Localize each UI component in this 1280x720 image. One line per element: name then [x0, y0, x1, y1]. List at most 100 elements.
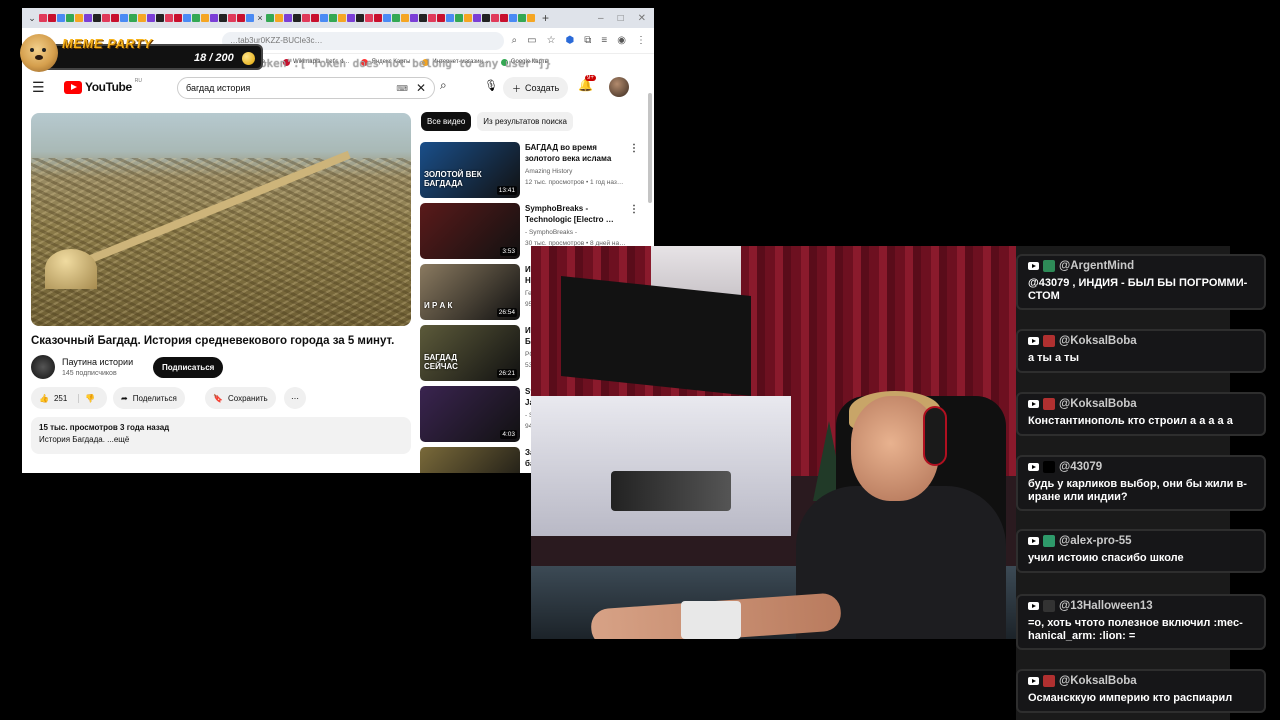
recommendation-thumbnail[interactable]: И Р А К 26:54 [420, 264, 520, 320]
search-icon[interactable]: ⌕ [440, 78, 447, 93]
filter-chip[interactable]: Из результатов поиска [477, 112, 573, 131]
tab-favicon[interactable] [410, 14, 418, 22]
tab-favicon[interactable] [237, 14, 245, 22]
tab-favicon[interactable] [39, 14, 47, 22]
more-vertical-icon[interactable]: ⋮ [629, 204, 639, 215]
recommendation-item[interactable]: ЗОЛОТОЙ ВЕК БАГДАДА 13:41 БАГДАД во время … [420, 142, 645, 203]
tab-favicon[interactable] [446, 14, 454, 22]
like-button[interactable]: 👍 251 👎 [31, 387, 107, 409]
tab-favicons-right[interactable] [266, 14, 535, 22]
more-actions-button[interactable]: ⋯ [284, 387, 306, 409]
tab-favicon[interactable] [192, 14, 200, 22]
video-player[interactable] [31, 113, 411, 326]
create-button[interactable]: ＋ Создать [503, 77, 569, 99]
clear-search-icon[interactable]: ✕ [416, 81, 426, 95]
youtube-logo[interactable]: YouTube RU [64, 78, 142, 94]
tab-favicon[interactable] [356, 14, 364, 22]
address-bar[interactable]: …tab3ur0KZZ-BUCle3c… [222, 31, 504, 50]
tab-favicon[interactable] [75, 14, 83, 22]
new-tab-button[interactable]: + [542, 11, 549, 25]
tab-favicon[interactable] [401, 14, 409, 22]
subscribe-button[interactable]: Подписаться [153, 357, 224, 378]
zoom-icon[interactable]: ⌕ [512, 35, 518, 46]
recommendation-title[interactable]: SymphoBreaks - Technologic [Electro … [525, 204, 625, 226]
tab-favicon[interactable] [246, 14, 254, 22]
tab-favicon[interactable] [228, 14, 236, 22]
account-avatar[interactable] [609, 77, 629, 97]
tab-favicon[interactable] [84, 14, 92, 22]
tab-favicon[interactable] [455, 14, 463, 22]
search-input[interactable]: багдад история ⌨ ✕ [177, 77, 435, 99]
tab-favicon[interactable] [219, 14, 227, 22]
star-icon[interactable]: ☆ [547, 35, 556, 46]
tab-favicon[interactable] [518, 14, 526, 22]
tab-favicon[interactable] [147, 14, 155, 22]
tab-favicon[interactable] [509, 14, 517, 22]
page-scrollbar[interactable] [648, 93, 652, 203]
close-window-icon[interactable]: ✕ [638, 13, 646, 24]
menu-dots-icon[interactable]: ⋮ [636, 35, 646, 46]
tab-favicon[interactable] [183, 14, 191, 22]
more-vertical-icon[interactable]: ⋮ [629, 143, 639, 154]
tab-favicons-left[interactable] [39, 14, 254, 22]
cast-icon[interactable]: ▭ [527, 35, 536, 46]
tab-favicon[interactable] [57, 14, 65, 22]
tab-favicon[interactable] [48, 14, 56, 22]
recommendation-channel[interactable]: - SymphoBreaks - [525, 229, 577, 236]
tab-favicon[interactable] [129, 14, 137, 22]
tab-favicon[interactable] [174, 14, 182, 22]
tab-favicon[interactable] [392, 14, 400, 22]
tab-favicon[interactable] [266, 14, 274, 22]
recommendation-thumbnail[interactable]: 3:53 [420, 203, 520, 259]
tab-favicon[interactable] [102, 14, 110, 22]
channel-avatar[interactable] [31, 355, 55, 379]
keyboard-icon[interactable]: ⌨ [396, 84, 408, 93]
tab-favicon[interactable] [138, 14, 146, 22]
tab-search-icon[interactable]: ⌄ [26, 13, 38, 24]
minimize-icon[interactable]: – [598, 13, 604, 24]
recommendation-channel[interactable]: Amazing History [525, 168, 572, 175]
recommendation-title[interactable]: БАГДАД во время золотого века ислама [525, 143, 625, 165]
filter-chip[interactable]: Все видео [421, 112, 472, 131]
tab-favicon[interactable] [329, 14, 337, 22]
tab-favicon[interactable] [201, 14, 209, 22]
tab-favicon[interactable] [111, 14, 119, 22]
recommendation-thumbnail[interactable]: ЗОЛОТОЙ ВЕК БАГДАДА 13:41 [420, 142, 520, 198]
tab-favicon[interactable] [428, 14, 436, 22]
shield-icon[interactable]: ⬢ [566, 35, 575, 46]
microphone-icon[interactable]: 🎙 [484, 79, 498, 92]
description-box[interactable]: 15 тыс. просмотров 3 года назад История … [31, 417, 411, 454]
tab-favicon[interactable] [311, 14, 319, 22]
tab-close-icon[interactable]: × [255, 13, 265, 23]
channel-name[interactable]: Паутина истории [62, 357, 133, 367]
share-button[interactable]: ➦ Поделиться [113, 387, 185, 409]
tab-favicon[interactable] [66, 14, 74, 22]
tab-favicon[interactable] [165, 14, 173, 22]
tab-favicon[interactable] [293, 14, 301, 22]
tab-favicon[interactable] [120, 14, 128, 22]
tab-favicon[interactable] [374, 14, 382, 22]
tab-favicon[interactable] [437, 14, 445, 22]
tab-favicon[interactable] [156, 14, 164, 22]
tab-favicon[interactable] [500, 14, 508, 22]
recommendation-thumbnail[interactable]: БАГДАД СЕЙЧАС 26:21 [420, 325, 520, 381]
profile-icon[interactable]: ◉ [617, 35, 626, 46]
recommendation-thumbnail[interactable] [420, 447, 520, 473]
tab-favicon[interactable] [419, 14, 427, 22]
tab-favicon[interactable] [491, 14, 499, 22]
extensions-icon[interactable]: ⧉ [584, 35, 591, 46]
tab-favicon[interactable] [527, 14, 535, 22]
menu-hamburger-icon[interactable]: ☰ [32, 79, 52, 96]
tab-favicon[interactable] [93, 14, 101, 22]
tab-favicon[interactable] [210, 14, 218, 22]
media-icon[interactable]: ≡ [601, 35, 607, 46]
tab-favicon[interactable] [320, 14, 328, 22]
tab-favicon[interactable] [383, 14, 391, 22]
maximize-icon[interactable]: □ [618, 13, 624, 24]
tab-favicon[interactable] [302, 14, 310, 22]
tab-favicon[interactable] [482, 14, 490, 22]
tab-favicon[interactable] [338, 14, 346, 22]
tab-favicon[interactable] [473, 14, 481, 22]
tab-favicon[interactable] [365, 14, 373, 22]
tab-favicon[interactable] [347, 14, 355, 22]
